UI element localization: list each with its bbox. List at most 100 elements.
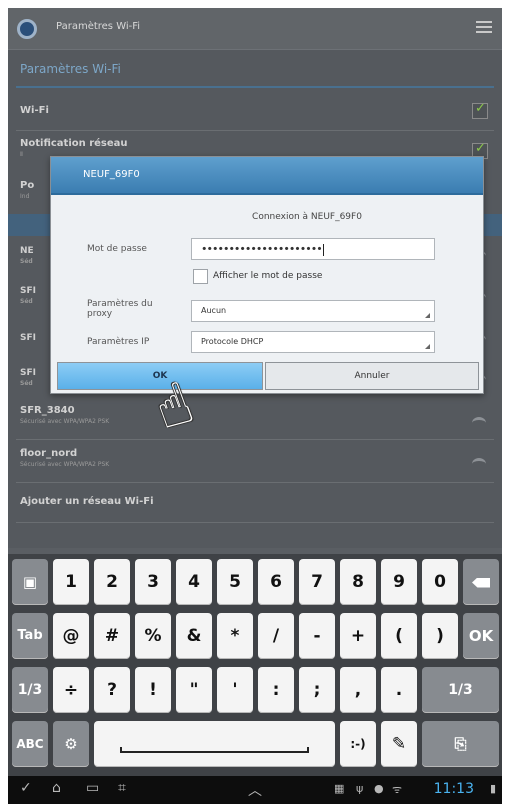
network-item[interactable]: NE Séd	[20, 246, 34, 265]
key-4[interactable]: 4	[176, 559, 212, 605]
key-paren-close[interactable]: )	[422, 613, 458, 659]
back-icon[interactable]: ✓	[20, 780, 32, 796]
proxy-select[interactable]: Aucun	[191, 300, 435, 322]
ip-select[interactable]: Protocole DHCP	[191, 331, 435, 353]
page-key-left[interactable]: 1/3	[12, 667, 48, 713]
key-apostrophe[interactable]: '	[217, 667, 253, 713]
smiley-key[interactable]: :-)	[340, 721, 376, 767]
cancel-button[interactable]: Annuler	[265, 362, 479, 390]
ok-key[interactable]: OK	[463, 613, 499, 659]
proxy-value: Aucun	[201, 306, 227, 315]
action-bar: Paramètres Wi-Fi	[8, 8, 502, 50]
wifi-icon	[472, 458, 486, 470]
key-hash[interactable]: #	[94, 613, 130, 659]
keyboard-hide-icon[interactable]: ︿	[248, 780, 262, 800]
key-exclamation[interactable]: !	[135, 667, 171, 713]
key-comma[interactable]: ,	[340, 667, 376, 713]
screenshot-icon[interactable]: ⌗	[118, 780, 126, 796]
password-field[interactable]: ••••••••••••••••••••••	[191, 238, 435, 260]
title-divider	[16, 86, 494, 88]
settings-gear-icon: ⚙	[64, 735, 78, 753]
network-item-sfr-3840[interactable]: SFR_3840 Sécurisé avec WPA/WPA2 PSK	[20, 405, 490, 425]
key-paren-open[interactable]: (	[381, 613, 417, 659]
wifi-signal-icon: ᯤ	[392, 783, 403, 796]
password-value: ••••••••••••••••••••••	[201, 242, 323, 256]
home-icon[interactable]: ⌂	[52, 780, 61, 796]
notification-label: Notification réseau	[20, 138, 128, 149]
abc-key[interactable]: ABC	[12, 721, 48, 767]
dialog-title: NEUF_69F0	[83, 169, 140, 180]
key-slash[interactable]: /	[258, 613, 294, 659]
key-minus[interactable]: -	[299, 613, 335, 659]
password-label: Mot de passe	[87, 244, 147, 254]
divider	[16, 439, 494, 440]
proxy-label: Paramètres du proxy	[87, 299, 153, 319]
network-ssid: SFR_3840	[20, 405, 75, 416]
key-percent[interactable]: %	[135, 613, 171, 659]
divider	[16, 130, 494, 131]
ip-value: Protocole DHCP	[201, 337, 264, 346]
backspace-key[interactable]	[463, 559, 499, 605]
clipboard-icon: ▣	[22, 573, 38, 591]
app-icon[interactable]	[17, 19, 37, 39]
divider	[16, 482, 494, 483]
ip-label: Paramètres IP	[87, 337, 150, 347]
key-8[interactable]: 8	[340, 559, 376, 605]
key-1[interactable]: 1	[53, 559, 89, 605]
wifi-toggle-row[interactable]: Wi-Fi	[20, 105, 490, 116]
clipboard-paste-key[interactable]: ⎘	[422, 721, 499, 767]
key-2[interactable]: 2	[94, 559, 130, 605]
space-key[interactable]	[94, 721, 335, 767]
text-cursor	[322, 244, 324, 256]
clipboard-key[interactable]: ▣	[12, 559, 48, 605]
divider	[16, 522, 494, 523]
key-ampersand[interactable]: &	[176, 613, 212, 659]
settings-key[interactable]: ⚙	[53, 721, 89, 767]
key-double-quote[interactable]: "	[176, 667, 212, 713]
key-question[interactable]: ?	[94, 667, 130, 713]
network-notification-row[interactable]: Notification réseau Ⅱ	[20, 138, 490, 158]
recent-apps-icon[interactable]: ▭	[86, 780, 99, 796]
handwriting-key[interactable]: ✎	[381, 721, 417, 767]
usb-icon: ψ	[356, 782, 364, 795]
key-0[interactable]: 0	[422, 559, 458, 605]
network-security: Sécurisé avec WPA/WPA2 PSK	[20, 418, 110, 425]
key-9[interactable]: 9	[381, 559, 417, 605]
clock: 11:13	[433, 781, 474, 797]
key-asterisk[interactable]: *	[217, 613, 253, 659]
key-colon[interactable]: :	[258, 667, 294, 713]
network-ssid: floor_nord	[20, 448, 78, 459]
wifi-checkbox-icon[interactable]	[472, 101, 488, 119]
network-item[interactable]: SFI Séd	[20, 368, 36, 387]
add-network-row[interactable]: Ajouter un réseau Wi-Fi	[20, 496, 490, 507]
show-password-checkbox[interactable]	[193, 269, 208, 284]
onscreen-keyboard: ▣ 1 2 3 4 5 6 7 8 9 0 Tab @ # % & * / - …	[8, 554, 502, 776]
key-period[interactable]: .	[381, 667, 417, 713]
menu-icon[interactable]	[476, 21, 492, 35]
page-key-right[interactable]: 1/3	[422, 667, 499, 713]
wifi-label: Wi-Fi	[20, 105, 49, 116]
key-at[interactable]: @	[53, 613, 89, 659]
battery-icon: ▮	[489, 782, 496, 795]
key-semicolon[interactable]: ;	[299, 667, 335, 713]
system-bar: ✓ ⌂ ▭ ⌗ ︿ ▦ ψ ● ᯤ 11:13 ▮	[8, 776, 502, 804]
network-item-floor-nord[interactable]: floor_nord Sécurisé avec WPA/WPA2 PSK	[20, 448, 490, 468]
key-3[interactable]: 3	[135, 559, 171, 605]
network-item[interactable]: SFI	[20, 333, 36, 343]
network-item[interactable]: SFI Séd	[20, 286, 36, 305]
key-7[interactable]: 7	[299, 559, 335, 605]
keyboard-icon: ▦	[334, 782, 345, 795]
clipboard-icon: ⎘	[454, 735, 467, 753]
wifi-icon	[472, 417, 486, 429]
action-bar-title: Paramètres Wi-Fi	[56, 21, 141, 32]
tab-key[interactable]: Tab	[12, 613, 48, 659]
key-plus[interactable]: +	[340, 613, 376, 659]
android-icon: ●	[374, 782, 384, 795]
key-5[interactable]: 5	[217, 559, 253, 605]
connection-text: Connexion à NEUF_69F0	[252, 212, 362, 222]
device-screen: Paramètres Wi-Fi Paramètres Wi-Fi Wi-Fi …	[8, 8, 502, 804]
network-security: Sécurisé avec WPA/WPA2 PSK	[20, 461, 110, 468]
key-6[interactable]: 6	[258, 559, 294, 605]
backspace-icon	[472, 577, 490, 588]
key-divide[interactable]: ÷	[53, 667, 89, 713]
